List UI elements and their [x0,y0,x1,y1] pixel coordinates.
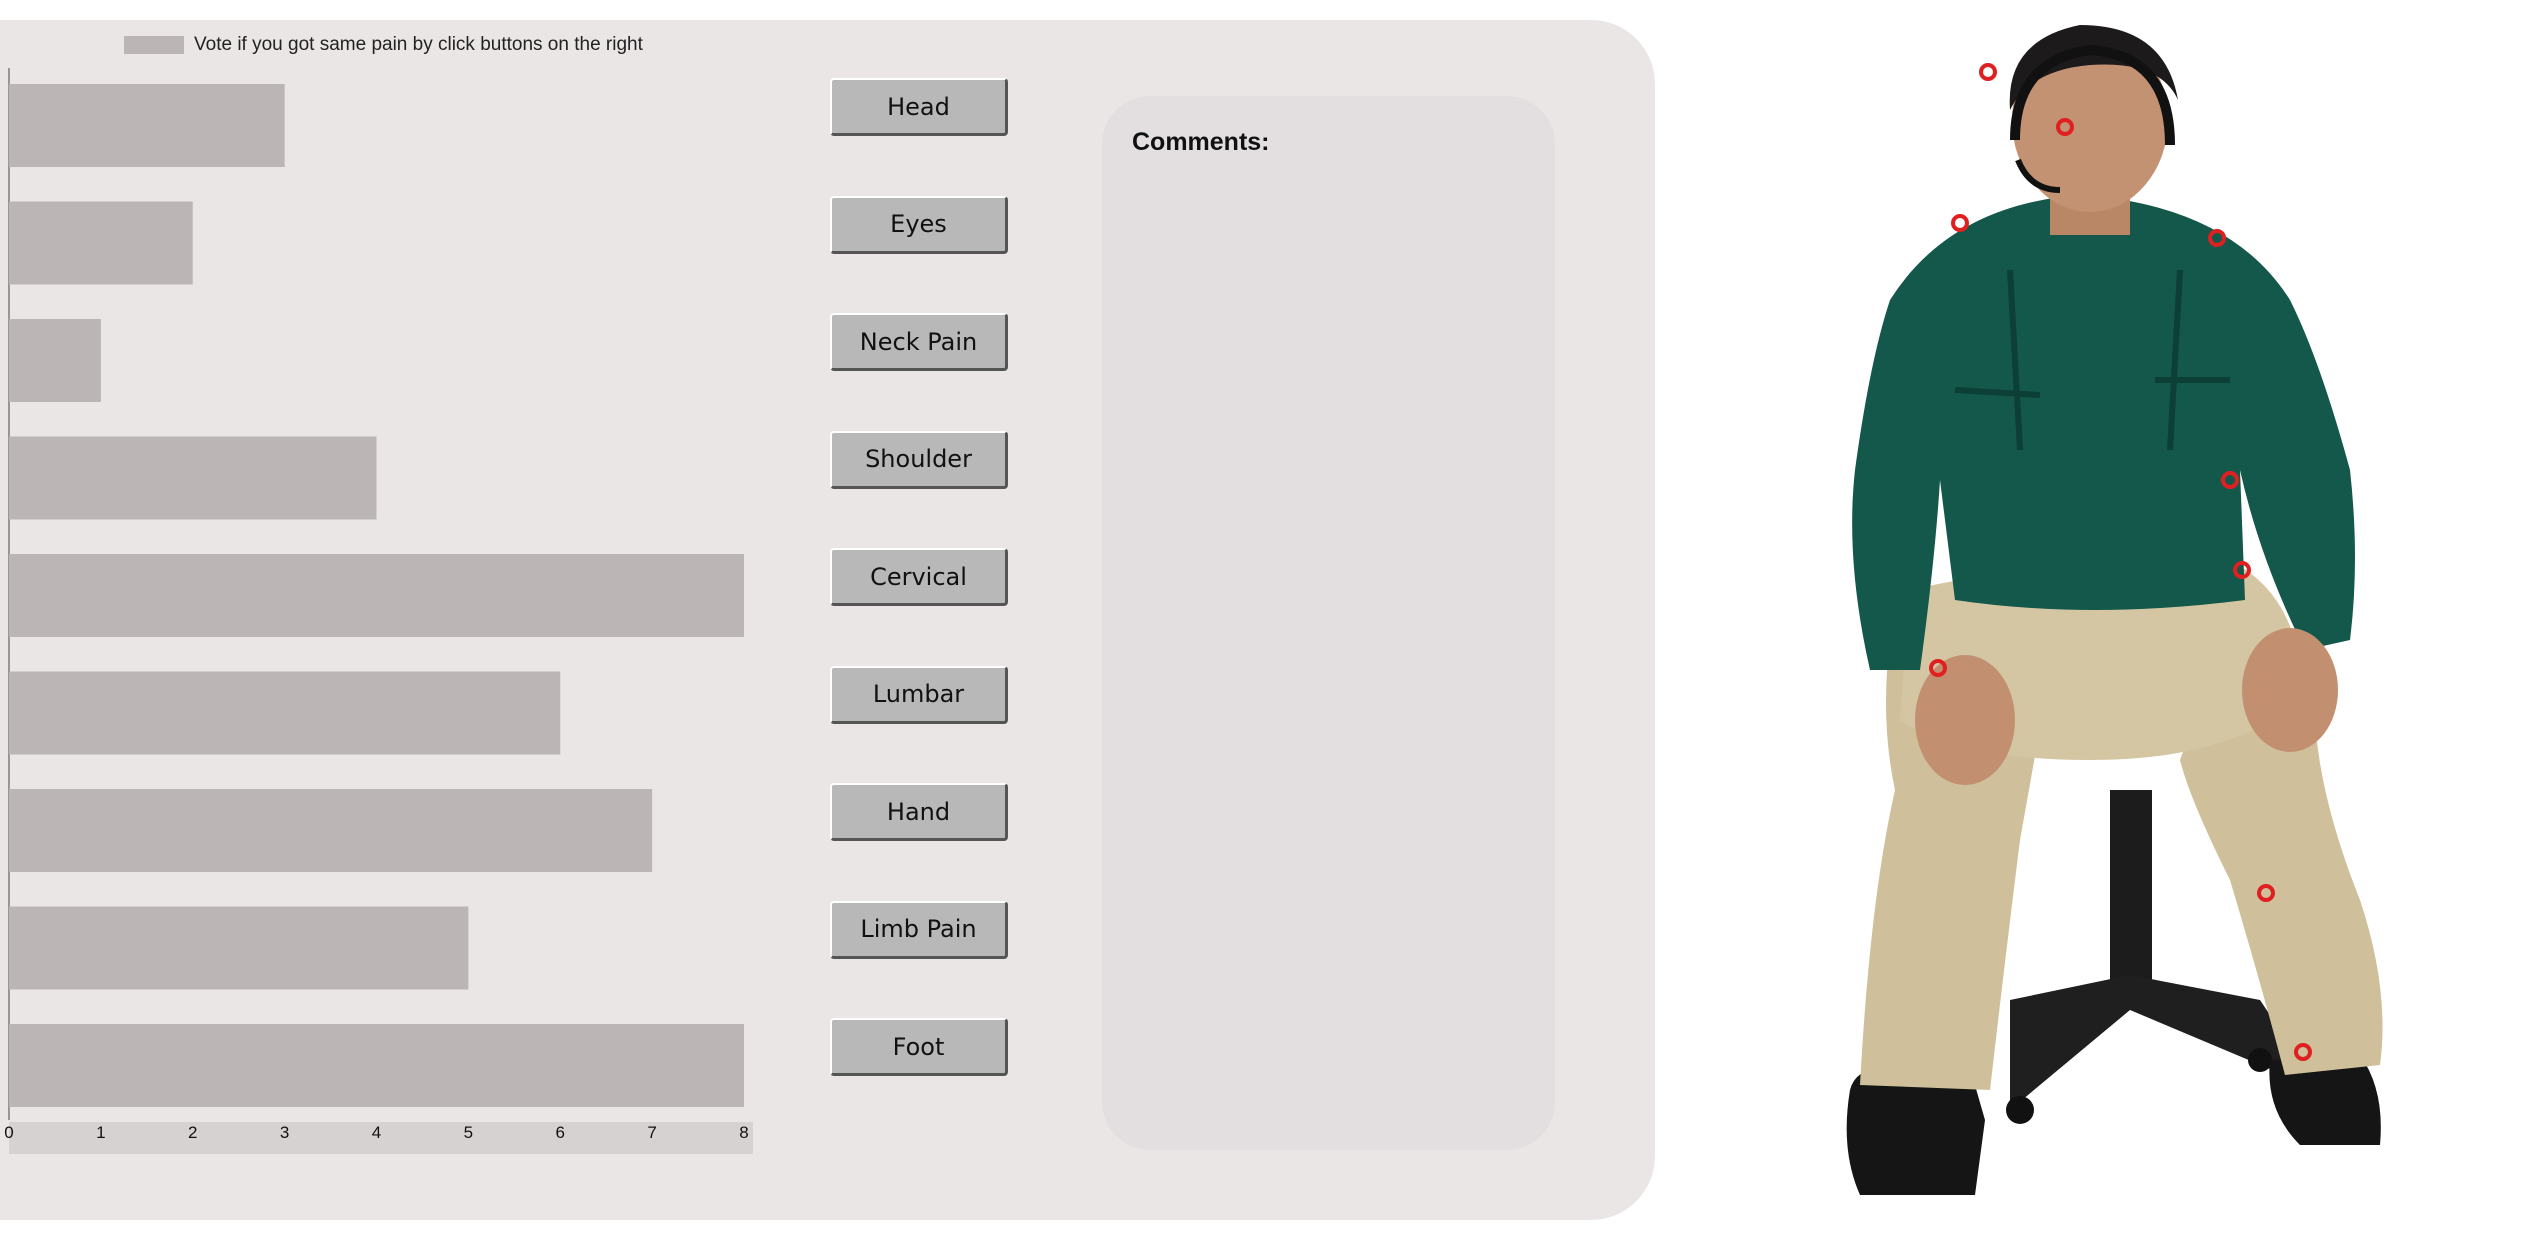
right-hand [2242,628,2338,752]
x-tick-label: 1 [96,1123,105,1142]
x-tick-label: 6 [556,1123,565,1142]
bar-limb-pain [9,906,469,990]
vote-button-cervical[interactable]: Cervical [830,548,1008,606]
x-tick-label: 3 [280,1123,289,1142]
bar-lumbar [9,671,561,755]
vote-button-neck-pain[interactable]: Neck Pain [830,313,1008,371]
x-tick-label: 7 [647,1123,656,1142]
chart-legend: Vote if you got same pain by click butto… [124,34,643,56]
vote-button-foot[interactable]: Foot [830,1018,1008,1076]
legend-label: Vote if you got same pain by click butto… [194,34,643,55]
vote-button-eyes[interactable]: Eyes [830,195,1008,254]
bar-shoulder [9,436,377,520]
vote-button-shoulder[interactable]: Shoulder [830,430,1008,489]
bar-hand [9,789,653,872]
x-tick-label: 8 [739,1123,748,1142]
left-hand [1915,655,2015,785]
bar-neck-pain [9,319,101,402]
bar-eyes [9,201,193,285]
legend-swatch [124,36,184,54]
seated-person-illustration [1846,25,2383,1195]
vote-button-limb-pain[interactable]: Limb Pain [830,900,1008,959]
vote-button-lumbar[interactable]: Lumbar [830,665,1008,724]
x-tick-label: 5 [464,1123,473,1142]
shirt [1852,195,2355,670]
comments-label: Comments: [1132,128,1270,156]
bar-head [9,84,285,167]
x-tick-label: 0 [4,1123,13,1142]
page: Vote if you got same pain by click butto… [0,0,2534,1248]
x-tick-label: 2 [188,1123,197,1142]
bar-foot [9,1024,744,1107]
marker-neck [1951,214,1969,232]
bar-cervical [9,554,744,637]
comments-box[interactable]: Comments: [1102,96,1555,1150]
vote-button-hand[interactable]: Hand [830,783,1008,841]
x-tick-label: 4 [372,1123,381,1142]
marker-head [1979,63,1997,81]
votes-bar-chart: 0 1 2 3 4 5 6 7 8 [4,68,753,1154]
vote-button-head[interactable]: Head [830,78,1008,136]
